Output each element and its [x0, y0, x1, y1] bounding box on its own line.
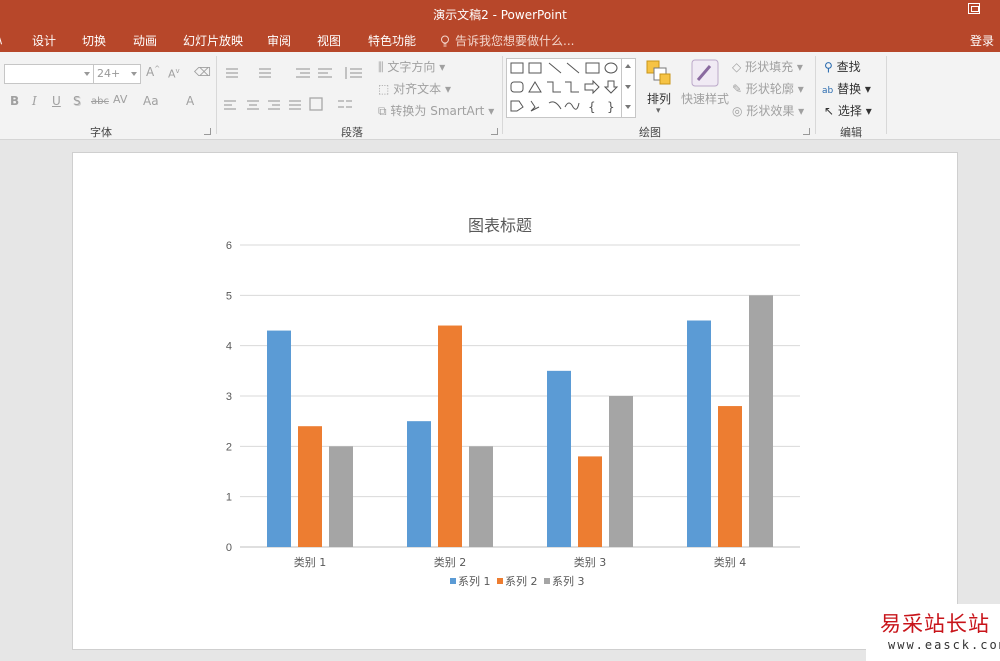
legend-swatch [544, 578, 550, 584]
legend-label: 系列 2 [505, 574, 538, 588]
bar-chart[interactable]: 0 1 2 3 4 5 6 类别 1 类别 2 类别 3 类别 4 系列 1 系列 2 系列 3 [0, 0, 1000, 661]
bar[interactable] [609, 396, 633, 547]
y-tick-label: 1 [226, 492, 232, 504]
legend-swatch [497, 578, 503, 584]
legend-swatch [450, 578, 456, 584]
bar[interactable] [718, 406, 742, 547]
bar[interactable] [687, 320, 711, 548]
y-tick-label: 5 [226, 290, 232, 302]
x-tick-label: 类别 2 [434, 555, 467, 569]
bar[interactable] [438, 325, 462, 547]
y-tick-label: 6 [226, 240, 232, 252]
bar[interactable] [298, 426, 322, 547]
y-tick-label: 4 [226, 341, 232, 353]
y-tick-label: 2 [226, 441, 232, 453]
bar[interactable] [469, 446, 493, 547]
x-tick-label: 类别 4 [714, 555, 747, 569]
bar[interactable] [267, 330, 291, 547]
watermark-logo: 易采站长站 [880, 612, 990, 636]
watermark-url: www.easck.com [888, 638, 1000, 652]
bar[interactable] [407, 421, 431, 547]
legend-label: 系列 3 [552, 574, 585, 588]
bar[interactable] [547, 370, 571, 547]
x-tick-label: 类别 1 [294, 555, 327, 569]
legend-label: 系列 1 [458, 574, 491, 588]
bar[interactable] [749, 295, 773, 547]
watermark: 易采站长站 www.easck.com [866, 604, 1000, 661]
x-tick-label: 类别 3 [574, 555, 607, 569]
bar[interactable] [329, 446, 353, 547]
bar[interactable] [578, 456, 602, 547]
y-tick-label: 3 [226, 391, 232, 403]
y-tick-label: 0 [226, 542, 232, 554]
